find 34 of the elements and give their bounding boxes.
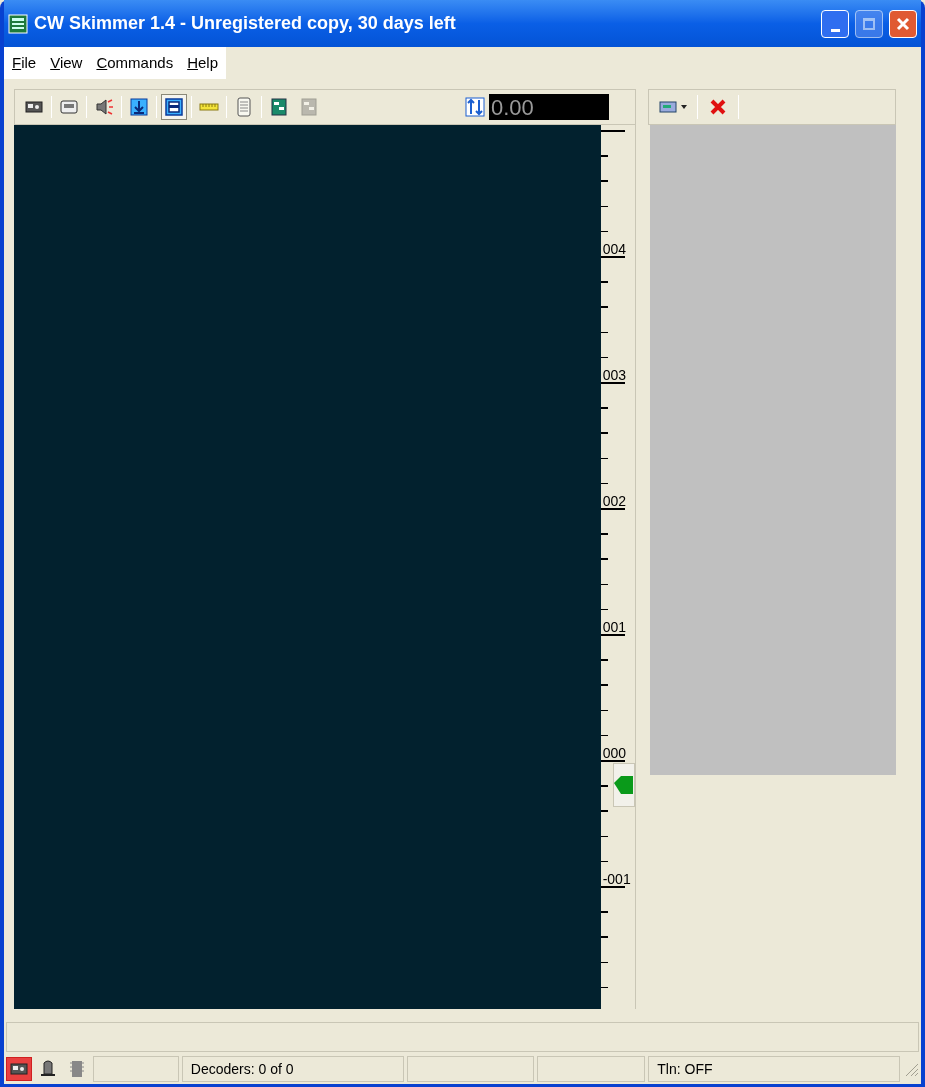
caret-icon [681, 105, 687, 109]
maximize-button[interactable] [855, 9, 883, 38]
status-text: Decoders: 0 of 0 [181, 1056, 404, 1082]
app-icon [8, 13, 28, 34]
close-icon [896, 16, 910, 31]
speaker-icon [94, 97, 114, 117]
scale-label: -001 [602, 872, 631, 886]
scale-label: 004 [602, 242, 626, 256]
resize-grip-icon[interactable] [903, 1061, 919, 1077]
panel-icon [299, 97, 319, 117]
window-icon [164, 97, 184, 117]
card-icon [659, 100, 677, 114]
tuning-arrows-icon [465, 97, 485, 117]
notepad-icon [234, 97, 254, 117]
menu-item[interactable]: View [44, 51, 89, 75]
toolbar-button[interactable] [161, 94, 187, 120]
menu-item[interactable]: File [6, 51, 43, 75]
cassette-icon [59, 97, 79, 117]
status-button[interactable] [6, 1057, 32, 1081]
scale-label: 002 [602, 494, 626, 508]
status-text: Tln: OFF [648, 1056, 900, 1082]
close-icon [709, 98, 727, 116]
menu-item[interactable]: Commands [90, 51, 180, 75]
scale-label: 003 [602, 368, 626, 382]
frequency-field[interactable]: 0.00 [489, 94, 609, 120]
tuning-marker[interactable] [612, 763, 635, 807]
scale-label: 001 [602, 620, 626, 634]
window-title: CW Skimmer 1.4 - Unregistered copy, 30 days left [34, 12, 457, 35]
minimize-button[interactable] [821, 9, 849, 38]
panel-icon [269, 97, 289, 117]
close-button[interactable] [889, 9, 917, 38]
download-icon [129, 97, 149, 117]
menu-item[interactable]: Help [181, 51, 224, 75]
scale-label: 000 [602, 746, 626, 760]
